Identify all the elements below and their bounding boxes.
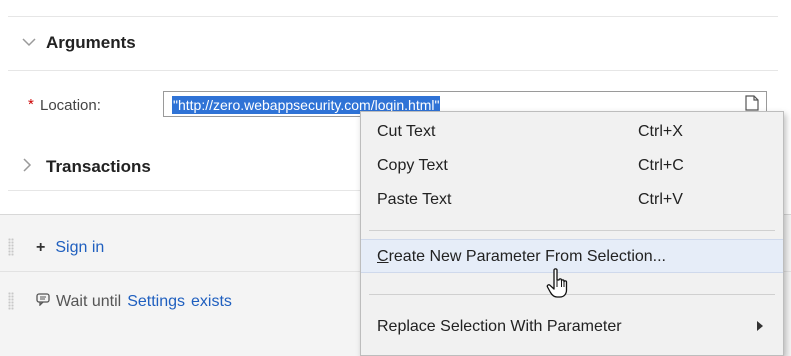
grip-icon[interactable]: [8, 292, 14, 310]
step-wait-until[interactable]: Wait until Settings exists: [36, 292, 232, 311]
required-marker: *: [28, 96, 34, 113]
arguments-divider: [8, 70, 778, 71]
arguments-header[interactable]: Arguments: [22, 33, 136, 53]
menu-item-paste-text[interactable]: Paste Text Ctrl+V: [361, 185, 783, 215]
top-divider: [8, 16, 778, 17]
menu-item-copy-text[interactable]: Copy Text Ctrl+C: [361, 151, 783, 181]
menu-item-replace-selection[interactable]: Replace Selection With Parameter: [361, 312, 783, 342]
menu-item-create-parameter-mnemonic: C: [377, 248, 389, 265]
menu-item-create-parameter-label: reate New Parameter From Selection...: [388, 248, 666, 265]
arguments-title: Arguments: [46, 33, 136, 52]
transactions-header[interactable]: Transactions: [22, 157, 151, 177]
step-wait-until-target[interactable]: Settings: [127, 293, 185, 311]
transactions-title: Transactions: [46, 157, 151, 176]
hand-cursor-icon: [545, 268, 573, 300]
comment-icon: [36, 292, 50, 311]
step-sign-in-label[interactable]: Sign in: [55, 239, 104, 257]
submenu-arrow-icon: [757, 321, 763, 331]
context-menu: Cut Text Ctrl+X Copy Text Ctrl+C Paste T…: [360, 111, 784, 356]
chevron-down-icon: [22, 34, 36, 52]
step-sign-in[interactable]: + Sign in: [36, 239, 104, 257]
grip-icon[interactable]: [8, 238, 14, 256]
chevron-right-icon: [22, 157, 36, 177]
plus-icon[interactable]: +: [36, 239, 45, 257]
step-wait-until-condition[interactable]: exists: [191, 293, 232, 311]
menu-separator: [369, 230, 775, 231]
menu-item-cut-text[interactable]: Cut Text Ctrl+X: [361, 117, 783, 147]
step-wait-until-prefix: Wait until: [56, 292, 122, 310]
document-icon[interactable]: [744, 94, 760, 112]
location-label: Location:: [40, 97, 101, 114]
